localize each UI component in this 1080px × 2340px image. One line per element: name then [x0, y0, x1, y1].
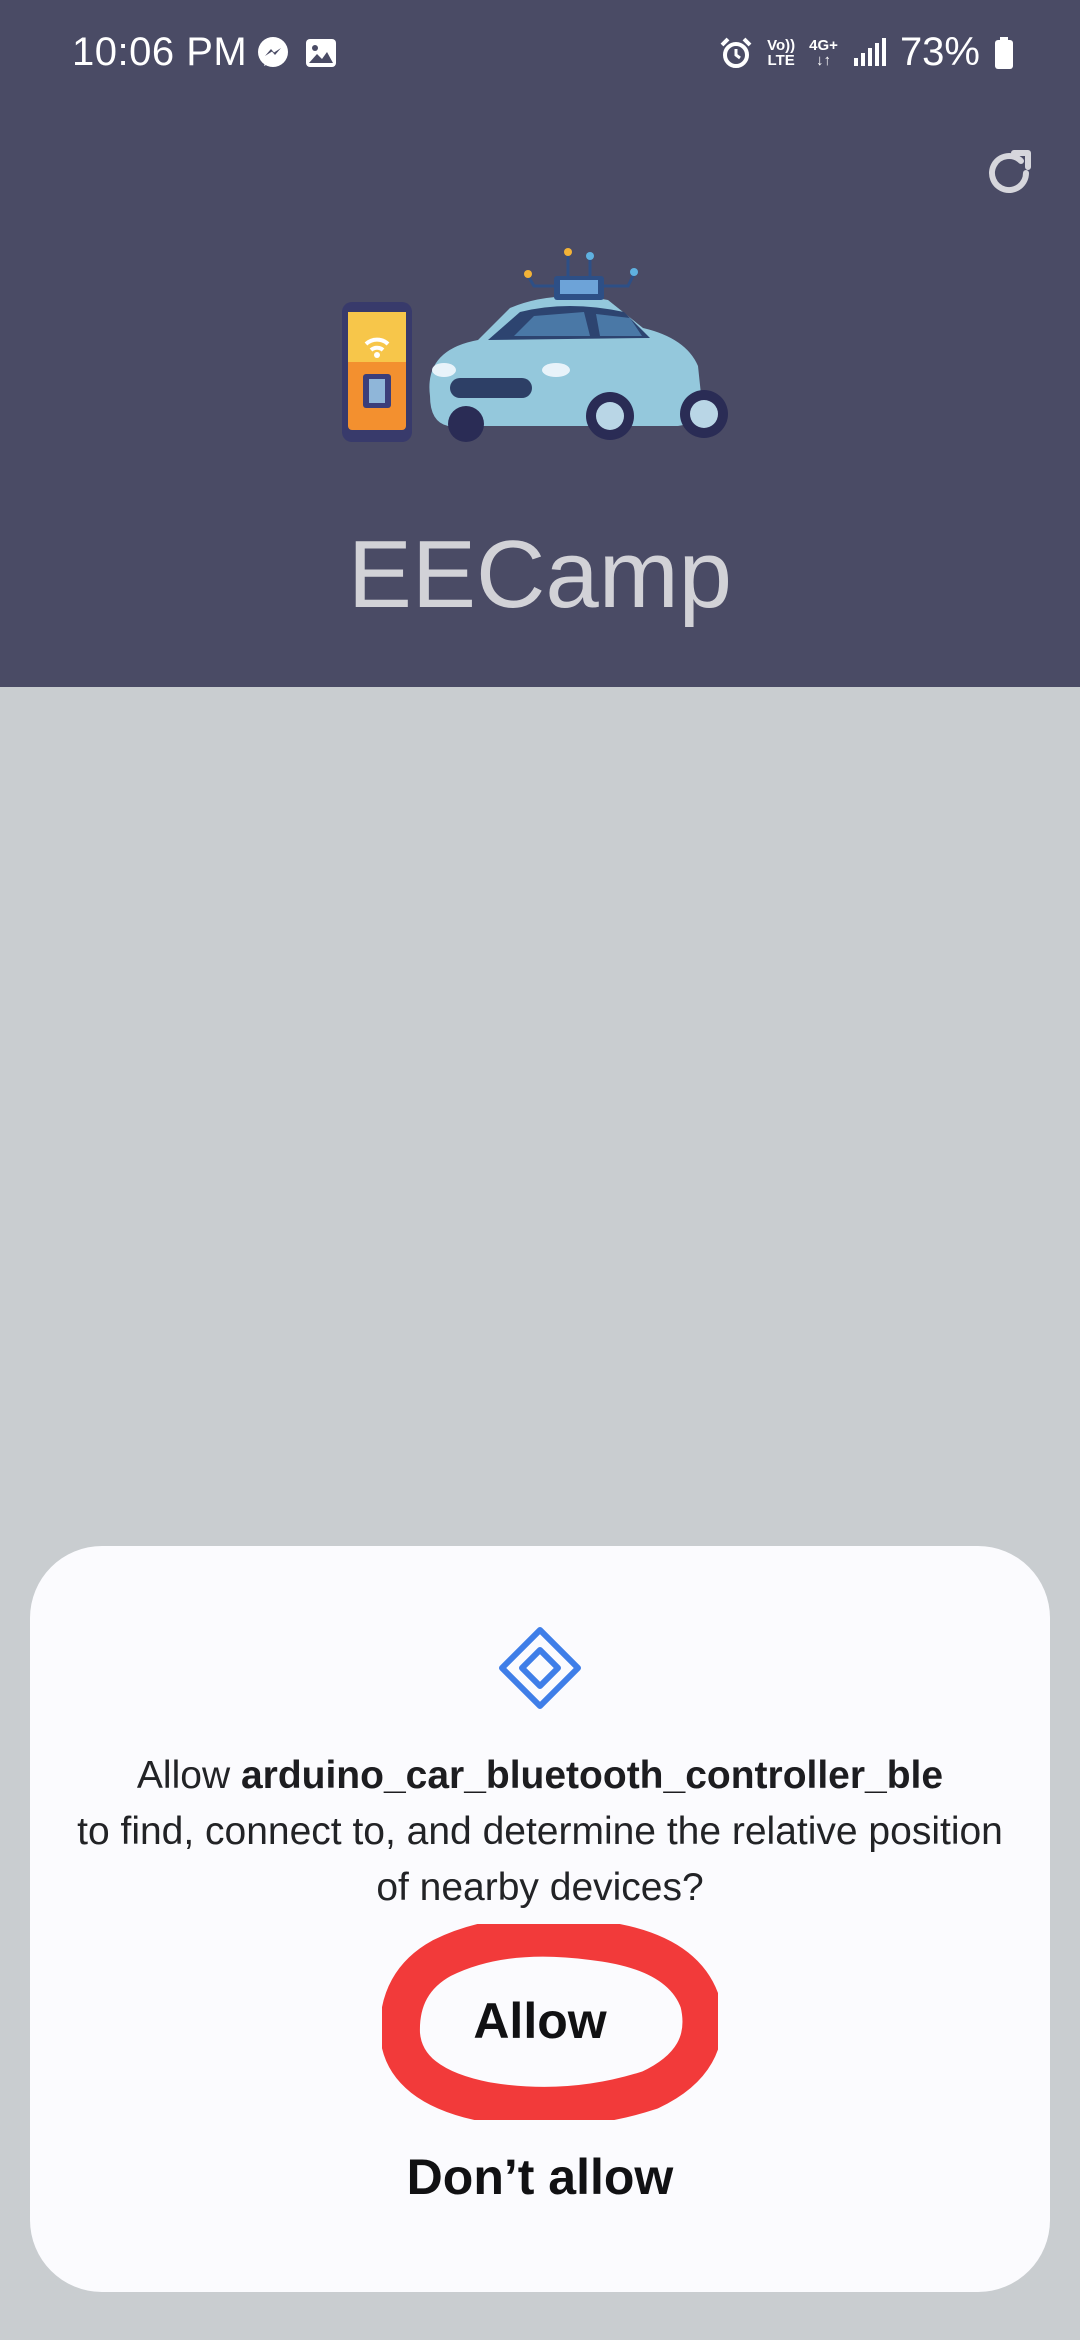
gallery-icon: [306, 39, 336, 67]
status-time: 10:06 PM: [72, 30, 248, 74]
allow-button[interactable]: Allow: [380, 1992, 700, 2062]
refresh-icon[interactable]: [978, 142, 1040, 204]
nearby-devices-icon: [499, 1627, 581, 1709]
message-suffix: to find, connect to, and determine the r…: [77, 1810, 1003, 1909]
app-title: EECamp: [347, 521, 733, 628]
dont-allow-button[interactable]: Don’t allow: [340, 2148, 740, 2218]
network-arrows: ↓↑: [816, 51, 832, 69]
signal-icon: [853, 37, 886, 66]
battery-icon: [995, 36, 1013, 69]
status-bar: 10:06 PM Vo)) LTE 4G+ ↓↑ 73%: [0, 0, 1080, 110]
messenger-icon: [258, 37, 288, 67]
permission-message: Allow arduino_car_bluetooth_controller_b…: [70, 1748, 1010, 1916]
network-label: 4G+: [809, 36, 838, 54]
status-notification-icons: [256, 36, 338, 70]
app-logo-illustration: [342, 248, 728, 442]
battery-percent: 73%: [899, 30, 980, 74]
message-prefix: Allow: [136, 1754, 241, 1797]
volte-label-top: Vo)): [767, 36, 796, 54]
app-header: 10:06 PM Vo)) LTE 4G+ ↓↑ 73% EECamp: [0, 0, 1080, 687]
status-system-icons: Vo)) LTE 4G+ ↓↑ 73%: [719, 30, 1014, 75]
volte-label-bottom: LTE: [767, 51, 795, 69]
network-4g-icon: 4G+ ↓↑: [809, 38, 838, 68]
alarm-icon: [720, 37, 752, 68]
app-package-name: arduino_car_bluetooth_controller_ble: [240, 1754, 944, 1797]
volte-icon: Vo)) LTE: [767, 38, 795, 68]
